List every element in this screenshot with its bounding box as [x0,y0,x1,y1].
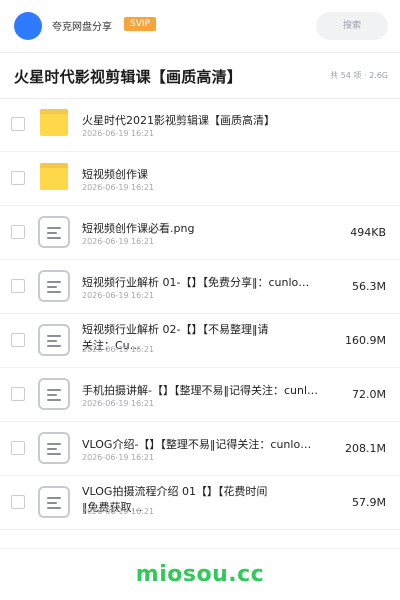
file-icon [38,324,70,356]
file-date: 2026-06-19 16:21 [82,345,155,354]
file-date: 2026-06-19 16:21 [82,129,155,138]
list-item[interactable]: 短视频创作课 2026-06-19 16:21 [0,152,400,206]
file-date: 2026-06-19 16:21 [82,183,155,192]
folder-meta: 共 54 项 · 2.6G [330,71,388,80]
file-date: 2026-06-19 16:21 [82,507,155,516]
list-item[interactable]: 短视频行业解析 02-【】【不易整理‖请关注：Cu… 2026-06-19 16… [0,314,400,368]
file-size: 56.3M [352,280,386,293]
file-date: 2026-06-19 16:21 [82,237,155,246]
watermark-text: miosou.cc [135,562,265,587]
checkbox[interactable] [11,279,25,293]
file-icon [38,216,70,248]
file-icon [38,270,70,302]
file-size: 208.1M [345,442,386,455]
checkbox[interactable] [11,117,25,131]
file-icon [38,432,70,464]
list-item[interactable]: 短视频行业解析 01-【】【免费分享‖：cunlo… 2026-06-19 16… [0,260,400,314]
checkbox[interactable] [11,387,25,401]
file-size: 57.9M [352,496,386,509]
file-size: 72.0M [352,388,386,401]
file-date: 2026-06-19 16:21 [82,399,155,408]
file-name: 短视频创作课必看.png [82,222,195,235]
list-item[interactable]: VLOG介绍-【】【整理不易‖记得关注：cunlo… 2026-06-19 16… [0,422,400,476]
list-item[interactable]: 火星时代2021影视剪辑课【画质高清】 2026-06-19 16:21 [0,98,400,152]
list-item[interactable]: 手机拍摄讲解-【】【整理不易‖记得关注：cunlo… 2026-06-19 16… [0,368,400,422]
file-size: 160.9M [345,334,386,347]
file-size: 494KB [350,226,386,239]
search-button[interactable]: 搜索 [316,12,388,40]
avatar[interactable] [14,12,42,40]
checkbox[interactable] [11,171,25,185]
file-name: 火星时代2021影视剪辑课【画质高清】 [82,114,275,127]
checkbox[interactable] [11,333,25,347]
brand-label: 夸克网盘分享 [52,22,112,33]
folder-title: 火星时代影视剪辑课【画质高清】 [14,68,243,86]
top-bar: 夸克网盘分享 SVIP 搜索 [0,0,400,52]
checkbox[interactable] [11,495,25,509]
checkbox[interactable] [11,441,25,455]
file-name: 手机拍摄讲解-【】【整理不易‖记得关注：cunlo… [82,384,322,397]
file-icon [38,486,70,518]
footer-divider [0,548,400,549]
file-date: 2026-06-19 16:21 [82,453,155,462]
folder-header: 火星时代影视剪辑课【画质高清】 共 54 项 · 2.6G [0,52,400,98]
file-name: 短视频行业解析 01-【】【免费分享‖：cunlo… [82,276,310,289]
file-icon [38,378,70,410]
folder-icon [38,108,70,140]
list-item[interactable]: VLOG拍摄流程介绍 01【】【花费时间‖免费获取… 2026-06-19 16… [0,476,400,530]
folder-icon [38,162,70,194]
svip-badge: SVIP [124,17,156,31]
file-date: 2026-06-19 16:21 [82,291,155,300]
checkbox[interactable] [11,225,25,239]
file-name: VLOG介绍-【】【整理不易‖记得关注：cunlo… [82,438,312,451]
list-item[interactable]: 短视频创作课必看.png 2026-06-19 16:21 494KB [0,206,400,260]
file-name: 短视频创作课 [82,168,148,181]
